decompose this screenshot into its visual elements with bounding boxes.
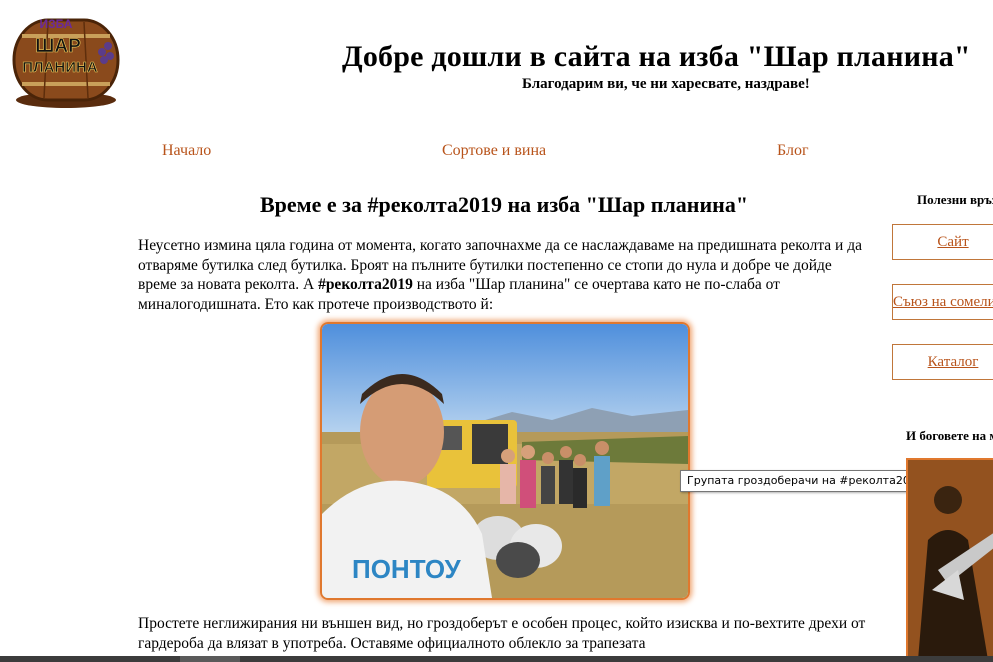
post-title: Време е за #реколта2019 на изба "Шар пла… [259, 192, 749, 217]
site-logo[interactable]: ИЗБА ШАР ПЛАНИНА [8, 6, 124, 110]
sidebar-link-site[interactable]: Сайт [892, 224, 993, 260]
post-paragraph-intro: Неусетно измина цяла година от момента, … [138, 236, 873, 314]
post-paragraph-second: Простете неглижирания ни външен вид, но … [138, 615, 866, 652]
site-title: Добре дошли в сайта на изба "Шар планина… [342, 40, 971, 73]
os-taskbar [0, 656, 993, 662]
nav-link-home[interactable]: Начало [162, 142, 211, 160]
sidebar-heading-links: Полезни връзки [917, 192, 993, 207]
logo-text-main2: ПЛАНИНА [22, 59, 98, 76]
taskbar-item[interactable] [180, 656, 240, 662]
sidebar-link-sommeliers-union[interactable]: Съюз на сомелиерите [892, 284, 993, 320]
sidebar-link-catalog[interactable]: Каталог [892, 344, 993, 380]
nav-link-varieties-and-wines[interactable]: Сортове и вина [442, 142, 546, 160]
nav-link-blog[interactable]: Блог [777, 142, 809, 160]
site-subtitle: Благодарим ви, че ни харесвате, наздраве… [522, 76, 810, 92]
harvest-hashtag: #реколта2019 [318, 276, 413, 293]
logo-text-top: ИЗБА [40, 17, 73, 31]
svg-text:ПОНТОУ: ПОНТОУ [352, 554, 461, 584]
logo-text-main1: ШАР [35, 36, 81, 57]
harvest-group-photo[interactable]: ПОНТОУ [320, 322, 690, 600]
sidebar-heading-metal-gods: И боговете на метъла [906, 428, 993, 443]
sidebar-guitarist-image[interactable] [906, 458, 993, 662]
